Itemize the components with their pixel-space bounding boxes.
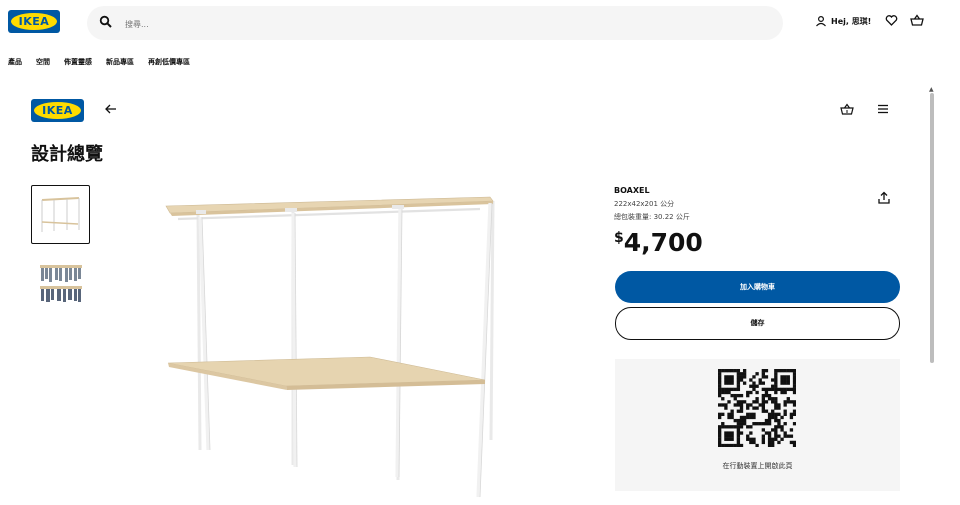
menu-icon[interactable] [877,103,889,115]
qr-caption: 在行動裝置上開啟此頁 [722,462,793,470]
cart-icon[interactable] [910,14,924,27]
page-scrollbar[interactable]: ▲ [929,86,935,505]
main-nav: 產品 空間 佈置靈感 新品專區 再創低價專區 [8,57,190,67]
back-arrow-icon[interactable] [104,102,118,116]
scrollbar-thumb[interactable] [930,93,934,363]
product-3d-viewer[interactable] [160,185,510,500]
clothes-thumbnail-image [40,265,82,302]
heart-icon[interactable] [885,14,898,27]
thumbnail-view-1[interactable] [31,185,90,244]
search-icon [99,15,112,28]
nav-item-rooms[interactable]: 空間 [36,57,50,67]
nav-item-low-price[interactable]: 再創低價專區 [148,57,190,67]
search-input[interactable] [123,14,527,34]
planner-ikea-logo[interactable]: IKEA [31,99,84,122]
product-weight: 總包裝重量: 30.22 公斤 [614,213,690,221]
qr-panel: 在行動裝置上開啟此頁 [615,359,900,491]
logo-text: IKEA [18,15,50,28]
scroll-up-icon[interactable]: ▲ [929,86,934,93]
shelf-thumbnail-image [41,197,80,232]
user-account[interactable]: Hej, 思琪! [815,15,871,27]
basket-icon[interactable] [840,103,854,116]
qr-code [718,369,796,447]
person-icon [816,15,826,27]
logo-text: IKEA [42,104,73,117]
product-name: BOAXEL [614,186,650,195]
page-title: 設計總覽 [31,144,103,165]
product-dimensions: 222x42x201 公分 [614,200,675,208]
ikea-logo[interactable]: IKEA [8,10,60,33]
price-value: 4,700 [623,228,703,257]
search-bar[interactable] [87,6,783,40]
price-currency: $ [614,230,624,246]
thumbnail-view-2[interactable] [31,257,88,314]
nav-item-inspiration[interactable]: 佈置靈感 [64,57,92,67]
boaxel-shelf-render [165,196,495,498]
user-label: Hej, 思琪! [831,16,872,26]
top-bar: IKEA Hej, 思琪! [0,0,960,46]
product-price: $4,700 [614,228,703,257]
add-to-cart-button[interactable]: 加入購物車 [615,271,900,303]
nav-item-new[interactable]: 新品專區 [106,57,134,67]
share-icon[interactable] [877,191,891,205]
save-button[interactable]: 儲存 [615,307,900,340]
nav-item-products[interactable]: 產品 [8,57,22,67]
